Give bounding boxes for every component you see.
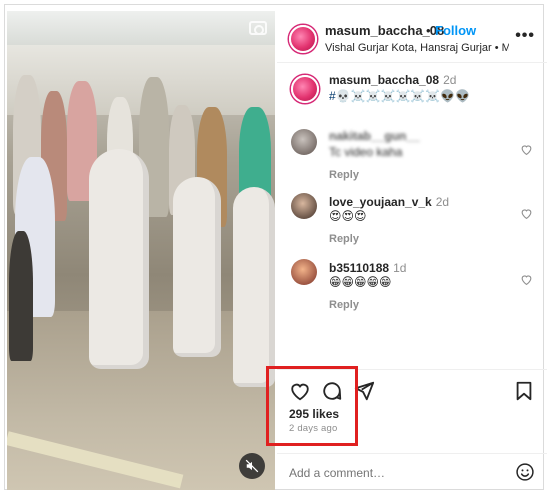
video-dancer: [233, 187, 275, 387]
video-dancer: [173, 177, 221, 357]
add-comment-bar: [277, 453, 547, 490]
author-avatar[interactable]: [289, 25, 317, 53]
comment-text: Tc video kaha: [329, 145, 403, 159]
comment-item: b35110188 1d 😁😁😁😁😁 Reply: [289, 257, 535, 317]
comment-item: nakitab__gun__ Tc video kaha Reply: [289, 127, 535, 187]
likes-count[interactable]: 295 likes: [289, 407, 339, 421]
mute-button[interactable]: [239, 453, 265, 479]
post-actions: 295 likes 2 days ago: [277, 369, 547, 453]
comment-username-text[interactable]: b35110188: [329, 261, 389, 275]
comment-like-icon[interactable]: [520, 207, 533, 220]
caption-text: #💀☠️☠️☠️☠️☠️☠️👽👽: [329, 89, 471, 103]
comment-text: 😁😁😁😁😁: [329, 275, 392, 289]
comment-username[interactable]: love_youjaan_v_k 2d: [329, 195, 449, 209]
post-timestamp: 2 days ago: [289, 423, 338, 434]
emoji-smile-icon[interactable]: [515, 462, 535, 482]
caption-username[interactable]: masum_baccha_08 2d: [329, 73, 456, 87]
video-person: [9, 231, 33, 361]
comment-username[interactable]: b35110188 1d: [329, 261, 406, 275]
video-dancer: [89, 149, 149, 369]
post-location[interactable]: Vishal Gurjar Kota, Hansraj Gurjar • Mil…: [325, 42, 509, 54]
reply-button[interactable]: Reply: [329, 233, 359, 245]
comment-username-text[interactable]: love_youjaan_v_k: [329, 195, 432, 209]
post-video[interactable]: [7, 11, 275, 490]
bookmark-icon[interactable]: [513, 380, 535, 402]
comment-item: love_youjaan_v_k 2d 😍😍😍 Reply: [289, 191, 535, 251]
comment-like-icon[interactable]: [520, 143, 533, 156]
post-header: masum_baccha_08 • Follow Vishal Gurjar K…: [277, 11, 547, 63]
caption-time: 2d: [443, 73, 457, 87]
heart-icon[interactable]: [289, 380, 311, 402]
comment-time: 2d: [435, 195, 450, 209]
comment-username-text[interactable]: nakitab__gun__: [329, 129, 420, 143]
comment-username[interactable]: nakitab__gun__: [329, 129, 420, 143]
post-caption: masum_baccha_08 2d #💀☠️☠️☠️☠️☠️☠️👽👽: [289, 73, 535, 119]
speaker-muted-icon: [245, 459, 259, 473]
comments-list[interactable]: masum_baccha_08 2d #💀☠️☠️☠️☠️☠️☠️👽👽 nakit…: [277, 63, 547, 369]
caption-username-text[interactable]: masum_baccha_08: [329, 73, 439, 87]
commenter-avatar[interactable]: [291, 129, 317, 155]
comment-bubble-icon[interactable]: [321, 380, 343, 402]
comment-input[interactable]: [289, 462, 499, 484]
comment-time: 1d: [393, 261, 407, 275]
follow-button[interactable]: Follow: [435, 23, 476, 38]
reply-button[interactable]: Reply: [329, 299, 359, 311]
post-side-panel: masum_baccha_08 • Follow Vishal Gurjar K…: [277, 11, 547, 490]
comment-like-icon[interactable]: [520, 273, 533, 286]
camera-icon: [249, 21, 267, 35]
paper-plane-icon[interactable]: [353, 380, 375, 402]
post-modal: masum_baccha_08 • Follow Vishal Gurjar K…: [4, 4, 547, 490]
more-options-icon[interactable]: •••: [515, 27, 535, 45]
caption-avatar[interactable]: [291, 75, 319, 103]
commenter-avatar[interactable]: [291, 259, 317, 285]
comment-text: 😍😍😍: [329, 209, 367, 223]
commenter-avatar[interactable]: [291, 193, 317, 219]
header-separator: •: [426, 23, 431, 38]
reply-button[interactable]: Reply: [329, 169, 359, 181]
